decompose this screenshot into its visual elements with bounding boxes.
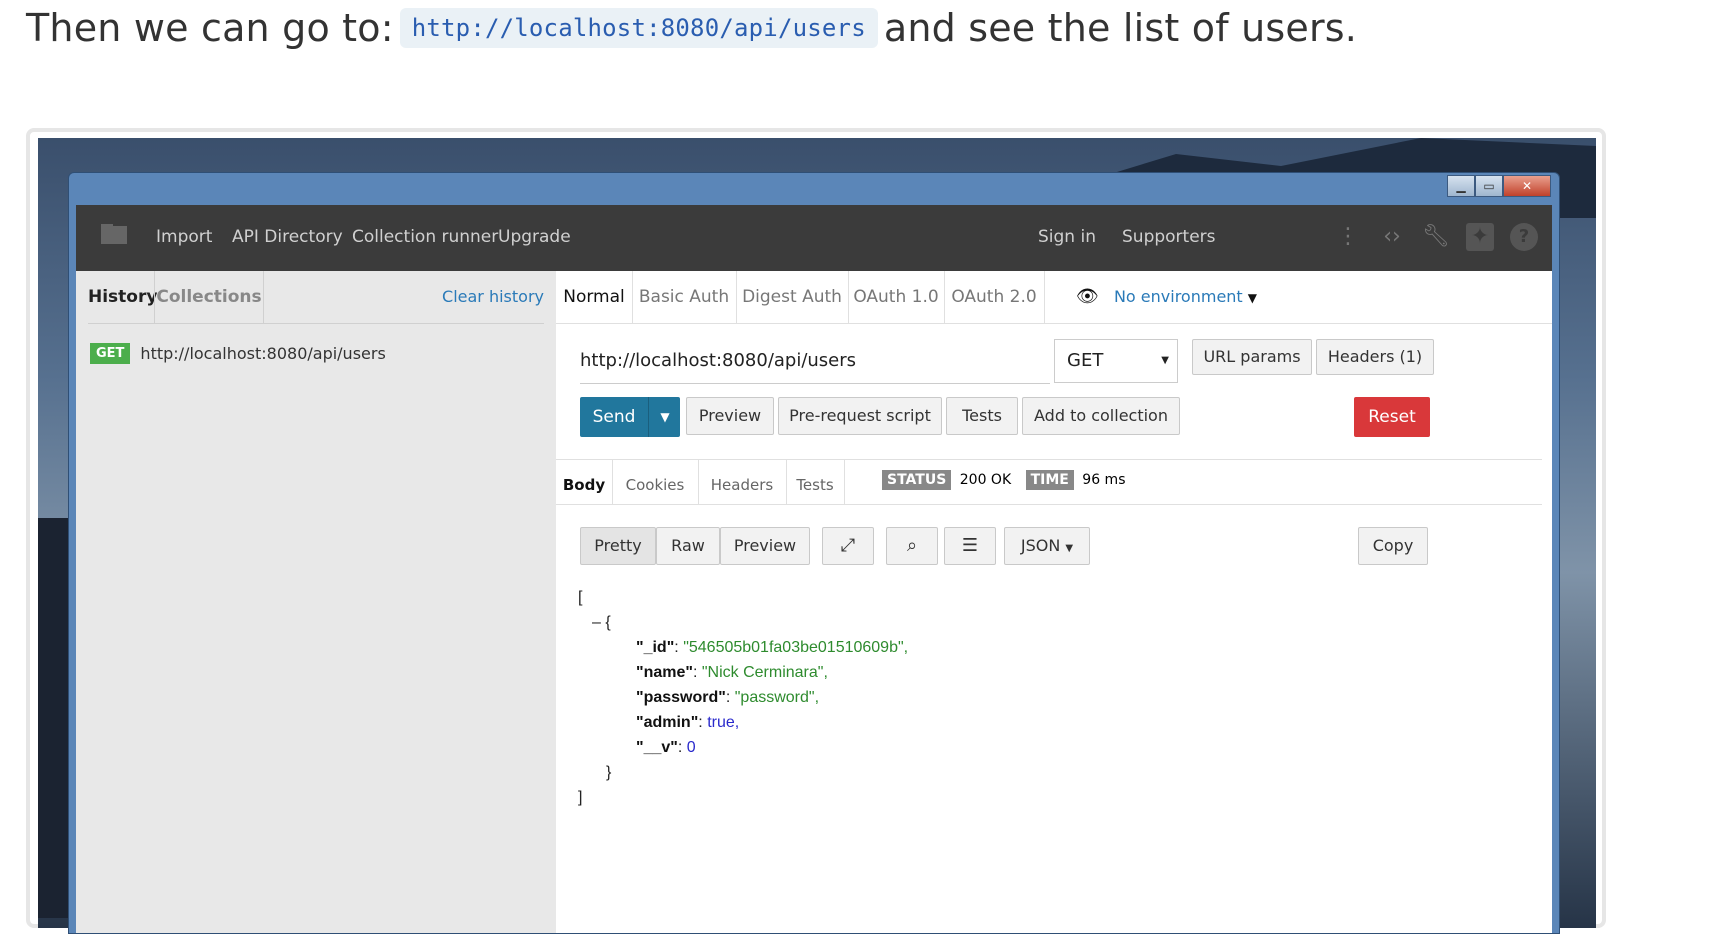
top-toolbar: Import API Directory Collection runner U… xyxy=(76,205,1552,271)
toolbar-icons: ⋮ ‹› 🔧︎ ✦ ? xyxy=(1334,223,1538,251)
json-line: "password": "password", xyxy=(636,689,820,706)
environment-label: No environment xyxy=(1113,287,1243,306)
json-close-brace: } xyxy=(606,764,612,781)
minimize-button[interactable]: ▁ xyxy=(1447,175,1475,197)
json-line: "_id": "546505b01fa03be01510609b", xyxy=(636,639,909,656)
status-value: 200 OK xyxy=(959,472,1012,488)
method-badge: GET xyxy=(90,343,131,364)
intro-before: Then we can go to: xyxy=(26,6,394,50)
method-value: GET xyxy=(1067,350,1104,371)
twitter-icon[interactable]: ✦ xyxy=(1466,223,1494,251)
tab-body[interactable]: Body xyxy=(556,460,613,504)
reset-button[interactable]: Reset xyxy=(1354,397,1430,437)
intro-url: http://localhost:8080/api/users xyxy=(399,7,878,48)
add-to-collection-button[interactable]: Add to collection xyxy=(1022,397,1180,435)
preview-button[interactable]: Preview xyxy=(686,397,774,435)
sign-in-button[interactable]: Sign in xyxy=(1038,227,1096,247)
upgrade-button[interactable]: Upgrade xyxy=(498,227,571,247)
json-value: true, xyxy=(707,714,740,731)
window-controls: ▁ ▭ ✕ xyxy=(1447,175,1551,197)
intro-after: and see the list of users. xyxy=(883,6,1358,50)
format-select[interactable]: JSON ▼ xyxy=(1004,527,1090,565)
raw-button[interactable]: Raw xyxy=(656,527,720,565)
json-key: "name" xyxy=(636,664,693,681)
tab-normal[interactable]: Normal xyxy=(556,271,633,323)
fullscreen-icon[interactable]: ⤢ xyxy=(822,527,874,565)
response-body: [ – { "_id": "546505b01fa03be01510609b",… xyxy=(578,585,908,810)
json-key: "admin" xyxy=(636,714,699,731)
auth-tabs: Normal Basic Auth Digest Auth OAuth 1.0 … xyxy=(556,271,1552,324)
app-window: ▁ ▭ ✕ Import API Directory Collection ru… xyxy=(68,172,1560,934)
pretty-button[interactable]: Pretty xyxy=(580,527,656,565)
url-input[interactable]: http://localhost:8080/api/users xyxy=(580,339,1050,384)
json-line: "name": "Nick Cerminara", xyxy=(636,664,828,681)
tab-response-headers[interactable]: Headers (6) xyxy=(698,460,787,544)
tab-basic-auth[interactable]: Basic Auth xyxy=(632,271,737,323)
sidebar-item-history[interactable]: GET http://localhost:8080/api/users xyxy=(90,343,386,364)
response-preview-button[interactable]: Preview xyxy=(720,527,810,565)
json-key: "password" xyxy=(636,689,726,706)
search-icon[interactable]: ⌕ xyxy=(886,527,938,565)
environment-selector[interactable]: 👁︎ No environment ▼ xyxy=(1076,271,1257,323)
format-caret-icon: ▼ xyxy=(1065,543,1074,554)
response-tabs: Body Cookies Headers (6) Tests STATUS 20… xyxy=(556,459,1542,544)
method-select[interactable]: GET ▼ xyxy=(1054,339,1178,383)
tab-digest-auth[interactable]: Digest Auth xyxy=(736,271,849,323)
send-button[interactable]: Send ▼ xyxy=(580,397,680,437)
format-label: JSON xyxy=(1020,536,1061,555)
tab-oauth2[interactable]: OAuth 2.0 xyxy=(944,271,1045,323)
tab-cookies[interactable]: Cookies xyxy=(612,460,699,504)
json-value: "546505b01fa03be01510609b", xyxy=(683,639,909,656)
json-open-bracket: [ xyxy=(578,589,583,606)
history-url: http://localhost:8080/api/users xyxy=(140,344,386,363)
json-key: "__v" xyxy=(636,739,678,756)
time-label: TIME xyxy=(1025,470,1074,490)
clear-history-link[interactable]: Clear history xyxy=(442,271,544,323)
url-params-button[interactable]: URL params xyxy=(1192,339,1312,375)
title-bar: ▁ ▭ ✕ xyxy=(69,173,1559,205)
status-block: STATUS 200 OK TIME 96 ms xyxy=(882,470,1126,490)
wrench-icon[interactable]: 🔧︎ xyxy=(1422,223,1450,251)
sidebar: History Collections Clear history GET ht… xyxy=(76,271,556,933)
intro-text: Then we can go to: http://localhost:8080/… xyxy=(26,6,1357,50)
close-button[interactable]: ✕ xyxy=(1503,175,1551,197)
json-close-bracket: ] xyxy=(578,789,583,806)
wrap-lines-icon[interactable]: ☰ xyxy=(944,527,996,565)
tab-oauth1[interactable]: OAuth 1.0 xyxy=(848,271,945,323)
maximize-button[interactable]: ▭ xyxy=(1475,175,1503,197)
tab-collections[interactable]: Collections xyxy=(154,271,264,323)
select-caret-icon: ▼ xyxy=(1161,355,1169,366)
collection-runner-button[interactable]: Collection runner xyxy=(352,227,498,247)
import-button[interactable]: Import xyxy=(156,227,212,247)
json-line: "__v": 0 xyxy=(636,739,696,756)
json-line: "admin": true, xyxy=(636,714,740,731)
copy-button[interactable]: Copy xyxy=(1358,527,1428,565)
status-label: STATUS xyxy=(882,470,952,490)
app-client: Import API Directory Collection runner U… xyxy=(76,205,1552,933)
help-icon[interactable]: ? xyxy=(1510,223,1538,251)
json-key: "_id" xyxy=(636,639,675,656)
json-value: 0 xyxy=(686,739,696,756)
tests-button[interactable]: Tests xyxy=(946,397,1018,435)
supporters-button[interactable]: Supporters xyxy=(1122,227,1216,247)
send-caret-icon[interactable]: ▼ xyxy=(648,397,681,437)
json-collapse-toggle[interactable]: – { xyxy=(578,610,908,635)
tab-history[interactable]: History xyxy=(88,271,157,323)
code-icon[interactable]: ‹› xyxy=(1378,223,1406,251)
json-value: "password", xyxy=(734,689,820,706)
json-value: "Nick Cerminara", xyxy=(701,664,828,681)
caret-down-icon: ▼ xyxy=(1247,291,1258,305)
tab-response-tests[interactable]: Tests xyxy=(786,460,845,504)
api-directory-button[interactable]: API Directory xyxy=(232,227,343,247)
send-label: Send xyxy=(592,407,636,427)
folder-icon[interactable] xyxy=(100,223,128,250)
traffic-light-icon[interactable]: ⋮ xyxy=(1334,223,1362,251)
sidebar-tabs: History Collections Clear history xyxy=(88,271,544,324)
time-value: 96 ms xyxy=(1082,472,1126,488)
eye-icon: 👁︎ xyxy=(1076,286,1099,307)
headers-button[interactable]: Headers (1) xyxy=(1316,339,1434,375)
main-panel: Normal Basic Auth Digest Auth OAuth 1.0 … xyxy=(556,271,1552,933)
pre-request-script-button[interactable]: Pre-request script xyxy=(778,397,942,435)
